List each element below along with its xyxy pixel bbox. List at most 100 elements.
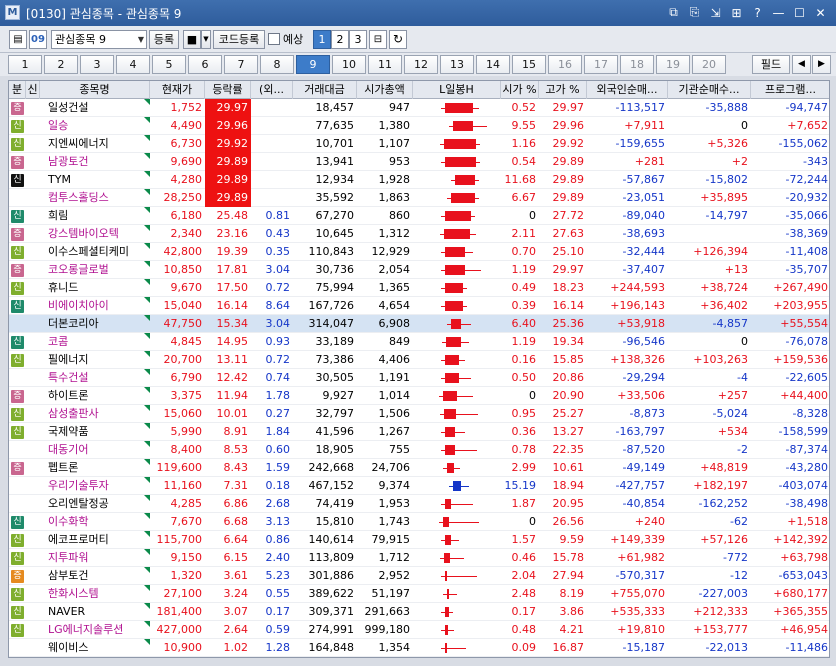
register-button[interactable]: 등록 [149,30,179,49]
table-row[interactable]: 신 삼성출판사 15,060 10.01 0.27 32,797 1,506 0.95 25.2… [9,405,829,423]
table-row[interactable]: 신 코콤 4,845 14.95 0.93 33,189 849 1.19 19.34 -96,5… [9,333,829,351]
column-header[interactable]: 신 [26,81,40,99]
tab-17[interactable]: 17 [584,55,618,74]
reserve-checkbox[interactable] [268,33,280,45]
tab-3[interactable]: 3 [80,55,114,74]
column-header[interactable]: 외국인순매... [587,81,668,99]
table-row[interactable]: 증 펩트론 119,600 8.43 1.59 242,668 24,706 2.99 10.6… [9,459,829,477]
column-header[interactable]: 기관순매수... [668,81,751,99]
grid-settings-icon[interactable]: ⊞ [727,4,746,21]
color-square-icon[interactable]: ■ [183,30,201,49]
stock-name: 우리기술투자 [48,479,109,492]
foreign-ratio: 0.59 [265,623,291,636]
page-3-button[interactable]: 3 [349,30,367,49]
hide-icon[interactable]: ⇲ [706,4,725,21]
table-row[interactable]: 웨이비스 10,900 1.02 1.28 164,848 1,354 0.09 16.87 -… [9,639,829,657]
table-row[interactable]: 신 지엔씨에너지 6,730 29.92 10,701 1,107 1.16 29.92 -15… [9,135,829,153]
minimize-icon[interactable]: — [769,4,788,21]
column-header[interactable]: L일봉H [413,81,501,99]
tab-4[interactable]: 4 [116,55,150,74]
copy-window-icon[interactable]: ⎘ [685,4,704,21]
color-dropdown-icon[interactable]: ▼ [201,30,211,49]
table-row[interactable]: 증 하이트론 3,375 11.94 1.78 9,927 1,014 0 20.90 +33,5… [9,387,829,405]
tab-6[interactable]: 6 [188,55,222,74]
list-view-icon[interactable]: ▤ [9,30,27,49]
group-select[interactable]: 관심종목 9 ▼ [51,30,147,49]
refresh-icon[interactable]: ↻ [389,30,407,49]
table-row[interactable]: 신 휴니드 9,670 17.50 0.72 75,994 1,365 0.49 18.23 +2… [9,279,829,297]
table-row[interactable]: 대동기어 8,400 8.53 0.60 18,905 755 0.78 22.35 -87,5… [9,441,829,459]
table-row[interactable]: 신 지투파워 9,150 6.15 2.40 113,809 1,712 0.46 15.78 +… [9,549,829,567]
column-header[interactable]: 등락률 [205,81,251,99]
code-register-button[interactable]: 코드등록 [213,30,265,49]
column-header[interactable]: 거래대금 [293,81,357,99]
column-header[interactable]: (외... [251,81,293,99]
table-row[interactable]: 신 NAVER 181,400 3.07 0.17 309,371 291,663 0.17 3… [9,603,829,621]
tab-20[interactable]: 20 [692,55,726,74]
table-row[interactable]: 신 에코프로머티 115,700 6.64 0.86 140,614 79,915 1.57 9… [9,531,829,549]
table-row[interactable]: 증 삼부토건 1,320 3.61 5.23 301,886 2,952 2.04 27.94 -… [9,567,829,585]
table-row[interactable]: 신 LG에너지솔루션 427,000 2.64 0.59 274,991 999,180 0.… [9,621,829,639]
zoom-icon[interactable]: 09 [29,30,47,49]
program-net: +46,954 [780,623,828,636]
table-row[interactable]: 증 코오롱글로벌 10,850 17.81 3.04 30,736 2,054 1.19 29.… [9,261,829,279]
tab-12[interactable]: 12 [404,55,438,74]
table-row[interactable]: 우리기술투자 11,160 7.31 0.18 467,152 9,374 15.19 18.… [9,477,829,495]
tab-7[interactable]: 7 [224,55,258,74]
table-row[interactable]: 신 이수스페셜티케미 42,800 19.39 0.35 110,843 12,929 0.7… [9,243,829,261]
tab-8[interactable]: 8 [260,55,294,74]
tab-14[interactable]: 14 [476,55,510,74]
tab-10[interactable]: 10 [332,55,366,74]
column-header[interactable]: 종목명 [40,81,150,99]
table-row[interactable]: 오리엔탈정공 4,285 6.86 2.68 74,419 1,953 1.87 20.95 -… [9,495,829,513]
page-1-button[interactable]: 1 [313,30,331,49]
table-row[interactable]: 증 강스템바이오텍 2,340 23.16 0.43 10,645 1,312 2.11 27.… [9,225,829,243]
candle-body [455,175,475,185]
table-row[interactable]: 신 일승 4,490 29.96 77,635 1,380 9.55 29.96 +7,911 0… [9,117,829,135]
tab-next-icon[interactable]: ▶ [812,55,831,74]
tab-9[interactable]: 9 [296,55,330,74]
column-header[interactable]: 시가총액 [357,81,413,99]
program-net: -76,078 [785,335,828,348]
tab-1[interactable]: 1 [8,55,42,74]
tab-11[interactable]: 11 [368,55,402,74]
foreign-net: -38,693 [622,227,665,240]
foreign-net: -15,187 [622,641,665,654]
table-row[interactable]: 신 희림 6,180 25.48 0.81 67,270 860 0 27.72 -89,040 -… [9,207,829,225]
current-price: 6,180 [170,209,203,222]
filter-button[interactable]: 필드 [752,55,790,74]
table-row[interactable]: 더본코리아 47,750 15.34 3.04 314,047 6,908 6.40 25.3… [9,315,829,333]
tab-19[interactable]: 19 [656,55,690,74]
table-row[interactable]: 신 이수화학 7,670 6.68 3.13 15,810 1,743 0 26.56 +240 -… [9,513,829,531]
change-rate: 29.89 [216,191,249,204]
table-row[interactable]: 신 비에이치아이 15,040 16.14 8.64 167,726 4,654 0.39 16… [9,297,829,315]
export-icon[interactable]: ⊟ [369,30,387,49]
column-header[interactable]: 현재가 [150,81,205,99]
close-icon[interactable]: ✕ [811,4,830,21]
tab-16[interactable]: 16 [548,55,582,74]
tab-2[interactable]: 2 [44,55,78,74]
link-icon[interactable]: ⧉ [664,4,683,21]
table-row[interactable]: 신 국제약품 5,990 8.91 1.84 41,596 1,267 0.36 13.27 -1… [9,423,829,441]
tab-5[interactable]: 5 [152,55,186,74]
tab-13[interactable]: 13 [440,55,474,74]
table-row[interactable]: 신 한화시스템 27,100 3.24 0.55 389,622 51,197 2.48 8.1… [9,585,829,603]
column-header[interactable]: 프로그램... [751,81,829,99]
tab-prev-icon[interactable]: ◀ [792,55,811,74]
page-2-button[interactable]: 2 [331,30,349,49]
table-row[interactable]: 증 일성건설 1,752 29.97 18,457 947 0.52 29.97 -113,51… [9,99,829,117]
table-row[interactable]: 특수건설 6,790 12.42 0.74 30,505 1,191 0.50 20.86 -2… [9,369,829,387]
table-row[interactable]: 신 TYM 4,280 29.89 12,934 1,928 11.68 29.89 -57,8… [9,171,829,189]
column-header[interactable]: 고가 % [539,81,587,99]
table-row[interactable]: 증 남광토건 9,690 29.89 13,941 953 0.54 29.89 +281 +2 -… [9,153,829,171]
market-cap: 1,267 [378,425,411,438]
help-icon[interactable]: ? [748,4,767,21]
table-row[interactable]: 신 필에너지 20,700 13.11 0.72 73,386 4,406 0.16 15.85… [9,351,829,369]
column-header[interactable]: 시가 % [501,81,539,99]
tab-15[interactable]: 15 [512,55,546,74]
tab-18[interactable]: 18 [620,55,654,74]
maximize-icon[interactable]: ☐ [790,4,809,21]
column-header[interactable]: 분 [9,81,26,99]
table-row[interactable]: 컴투스홀딩스 28,250 29.89 35,592 1,863 6.67 29.89 -23… [9,189,829,207]
trade-value: 74,419 [315,497,355,510]
